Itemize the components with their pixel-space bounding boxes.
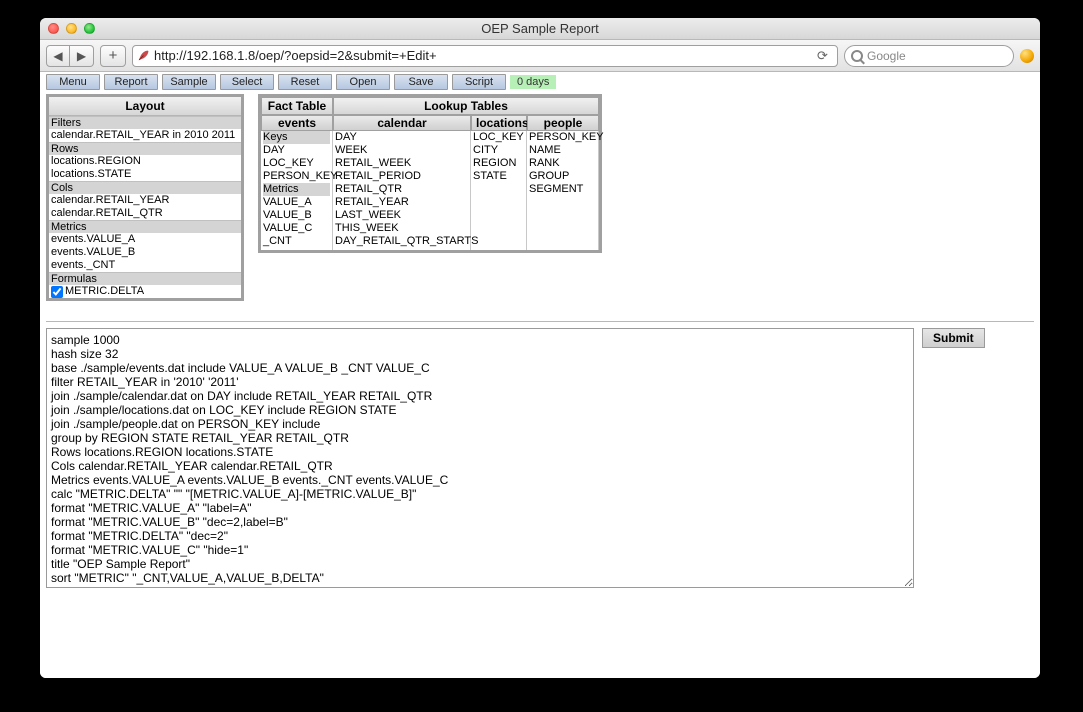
menu-strip: MenuReportSampleSelectResetOpenSaveScrip… [40, 72, 1040, 92]
field-item[interactable]: RETAIL_PERIOD [335, 170, 468, 183]
rss-indicator-icon[interactable] [1020, 49, 1034, 63]
url-text: http://192.168.1.8/oep/?oepsid=2&submit=… [154, 48, 813, 63]
table-column-body-people: PERSON_KEYNAMERANKGROUPSEGMENT [527, 131, 599, 250]
layout-item[interactable]: calendar.RETAIL_QTR [49, 207, 241, 220]
window-titlebar: OEP Sample Report [40, 18, 1040, 40]
layout-item[interactable]: calendar.RETAIL_YEAR in 2010 2011 [49, 129, 241, 142]
tables-panel: Fact TableLookup Tables eventscalendarlo… [258, 94, 602, 253]
submit-button[interactable]: Submit [922, 328, 985, 348]
menu-script[interactable]: Script [452, 74, 506, 90]
menu-select[interactable]: Select [220, 74, 274, 90]
layout-item[interactable]: locations.STATE [49, 168, 241, 181]
divider [46, 321, 1034, 322]
field-item[interactable]: VALUE_C [263, 222, 330, 235]
layout-section-rows: Rows [49, 142, 241, 155]
field-item[interactable]: RETAIL_QTR [335, 183, 468, 196]
url-bar[interactable]: http://192.168.1.8/oep/?oepsid=2&submit=… [132, 45, 838, 67]
site-icon [137, 49, 150, 62]
layout-section-metrics: Metrics [49, 220, 241, 233]
field-item[interactable]: GROUP [529, 170, 596, 183]
menu-save[interactable]: Save [394, 74, 448, 90]
field-item[interactable]: CITY [473, 144, 524, 157]
field-item[interactable]: WEEK [335, 144, 468, 157]
field-item[interactable]: DAY_RETAIL_QTR_STARTS [335, 235, 468, 248]
layout-item[interactable]: events.VALUE_B [49, 246, 241, 259]
field-item[interactable]: RANK [529, 157, 596, 170]
lookup-tables-header: Lookup Tables [333, 97, 599, 115]
window-title: OEP Sample Report [40, 21, 1040, 36]
field-item[interactable]: LAST_WEEK [335, 209, 468, 222]
layout-item-checkbox[interactable] [51, 286, 63, 298]
layout-section-formulas: Formulas [49, 272, 241, 285]
field-item[interactable]: STATE [473, 170, 524, 183]
layout-item[interactable]: events._CNT [49, 259, 241, 272]
field-item[interactable]: DAY [263, 144, 330, 157]
reload-icon[interactable]: ⟳ [817, 48, 833, 64]
field-item[interactable]: _CNT [263, 235, 330, 248]
field-item[interactable]: LOC_KEY [263, 157, 330, 170]
field-item[interactable]: LOC_KEY [473, 131, 524, 144]
field-item[interactable]: RETAIL_WEEK [335, 157, 468, 170]
field-item[interactable]: RETAIL_YEAR [335, 196, 468, 209]
column-section: Keys [263, 131, 330, 144]
table-column-locations[interactable]: locations [471, 115, 527, 131]
field-item[interactable]: SEGMENT [529, 183, 596, 196]
table-column-people[interactable]: people [527, 115, 599, 131]
field-item[interactable]: VALUE_B [263, 209, 330, 222]
layout-panel: Layout Filterscalendar.RETAIL_YEAR in 20… [46, 94, 244, 301]
menu-sample[interactable]: Sample [162, 74, 216, 90]
script-editor[interactable] [46, 328, 914, 588]
column-section: Metrics [263, 183, 330, 196]
layout-section-cols: Cols [49, 181, 241, 194]
layout-item[interactable]: METRIC.DELTA [49, 285, 241, 298]
field-item[interactable]: REGION [473, 157, 524, 170]
table-column-body-events: KeysDAYLOC_KEYPERSON_KEYMetricsVALUE_AVA… [261, 131, 333, 250]
back-button[interactable]: ◀ [46, 45, 70, 67]
days-badge: 0 days [510, 75, 556, 89]
layout-item-label: METRIC.DELTA [65, 285, 144, 298]
menu-reset[interactable]: Reset [278, 74, 332, 90]
field-item[interactable]: PERSON_KEY [263, 170, 330, 183]
table-column-events[interactable]: events [261, 115, 333, 131]
table-column-body-calendar: DAYWEEKRETAIL_WEEKRETAIL_PERIODRETAIL_QT… [333, 131, 471, 250]
add-tab-button[interactable]: + [100, 45, 126, 67]
forward-button[interactable]: ▶ [70, 45, 94, 67]
field-item[interactable]: PERSON_KEY [529, 131, 596, 144]
search-input[interactable]: Google [844, 45, 1014, 67]
field-item[interactable]: THIS_WEEK [335, 222, 468, 235]
field-item[interactable]: VALUE_A [263, 196, 330, 209]
menu-open[interactable]: Open [336, 74, 390, 90]
search-icon [851, 50, 863, 62]
table-column-calendar[interactable]: calendar [333, 115, 471, 131]
browser-toolbar: ◀ ▶ + http://192.168.1.8/oep/?oepsid=2&s… [40, 40, 1040, 72]
fact-table-header: Fact Table [261, 97, 333, 115]
search-placeholder: Google [867, 49, 906, 63]
layout-panel-header: Layout [49, 97, 241, 116]
menu-report[interactable]: Report [104, 74, 158, 90]
layout-item[interactable]: locations.REGION [49, 155, 241, 168]
layout-section-filters: Filters [49, 116, 241, 129]
layout-item[interactable]: events.VALUE_A [49, 233, 241, 246]
table-column-body-locations: LOC_KEYCITYREGIONSTATE [471, 131, 527, 250]
field-item[interactable]: NAME [529, 144, 596, 157]
menu-menu[interactable]: Menu [46, 74, 100, 90]
field-item[interactable]: DAY [335, 131, 468, 144]
layout-item[interactable]: calendar.RETAIL_YEAR [49, 194, 241, 207]
